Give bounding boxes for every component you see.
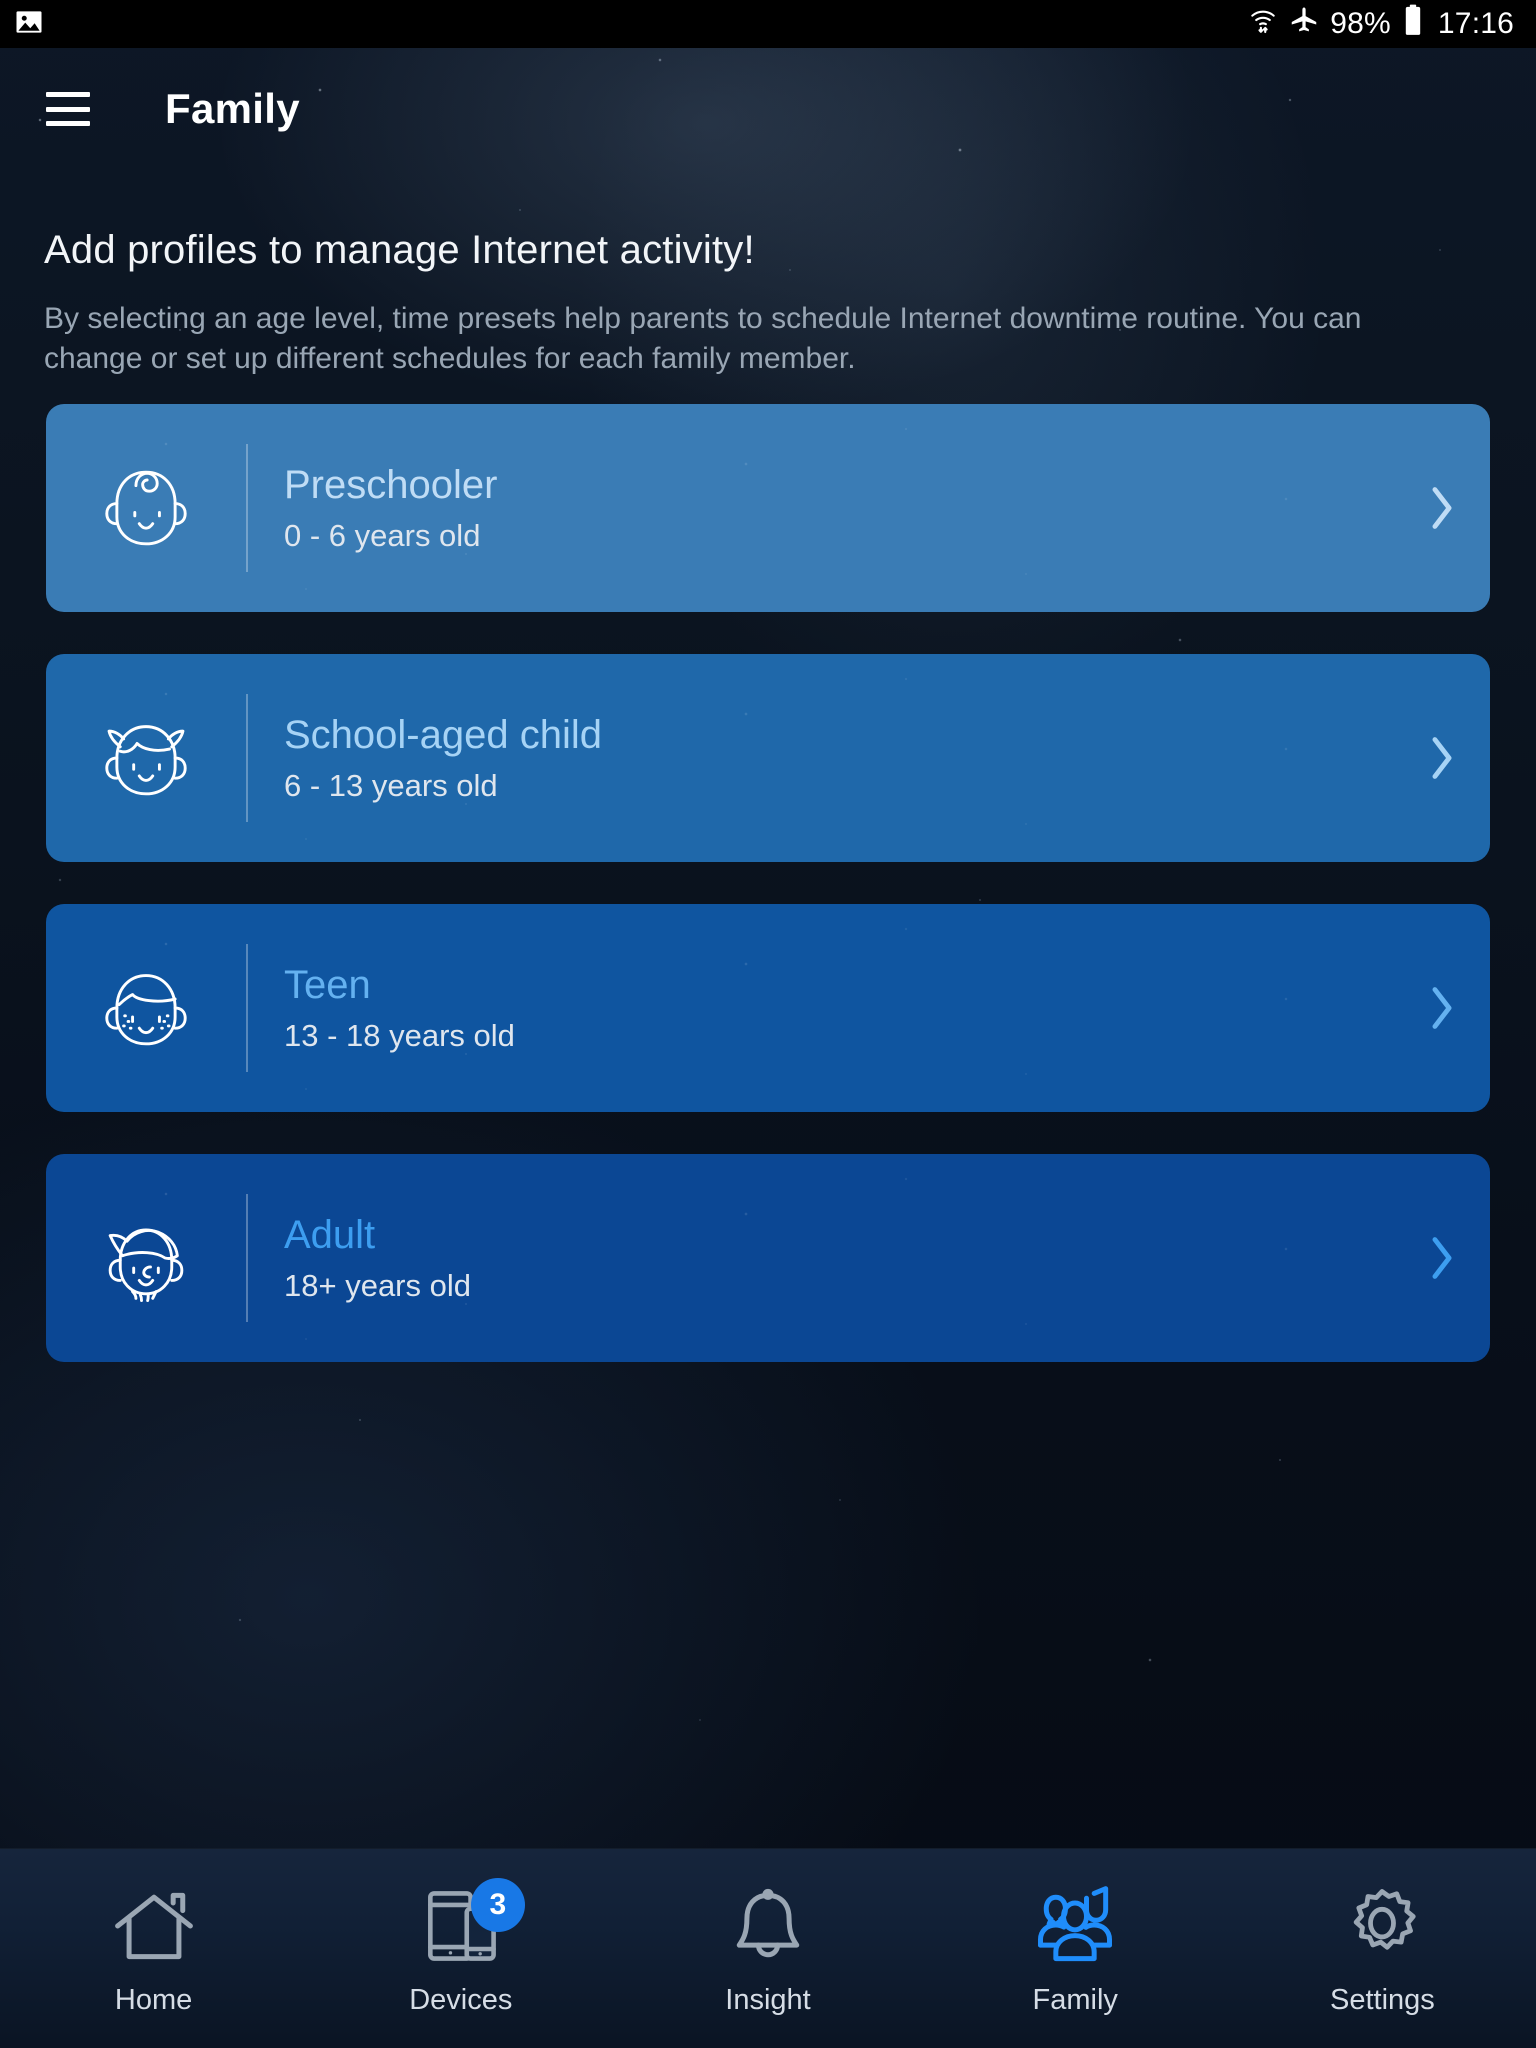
nav-label-family: Family [1032,1984,1118,2016]
bell-icon [722,1874,814,1978]
profile-text-school-aged-child: School-aged child 6 - 13 years old [248,712,1394,805]
intro-heading: Add profiles to manage Internet activity… [44,228,755,272]
nav-tab-family[interactable]: Family [922,1849,1229,2048]
baby-face-icon [46,452,246,564]
app-bar: Family [0,48,1536,170]
profile-name: Adult [284,1212,376,1257]
girl-face-icon [46,702,246,814]
status-bar-left [14,7,44,42]
adult-face-icon [46,1202,246,1314]
nav-tab-home[interactable]: Home [0,1849,307,2048]
devices-badge: 3 [470,1878,525,1932]
nav-label-home: Home [114,1984,193,2016]
profile-age-range: 18+ years old [284,1267,471,1303]
nav-label-settings: Settings [1330,1984,1435,2016]
home-icon [108,1874,200,1978]
intro-description: By selecting an age level, time presets … [44,302,1362,375]
profile-age-range: 0 - 6 years old [284,517,481,553]
people-group-icon [1029,1874,1121,1978]
battery-full-icon [1402,4,1424,44]
teen-face-icon [46,952,246,1064]
profile-name: Teen [284,962,371,1007]
nav-label-devices: Devices [409,1984,513,2016]
status-bar: 98% 17:16 [0,0,1536,48]
profile-text-adult: Adult 18+ years old [248,1212,1394,1305]
devices-icon: 3 [415,1874,525,1978]
chevron-right-icon[interactable] [1394,479,1490,537]
profile-name: School-aged child [284,712,602,757]
chevron-right-icon[interactable] [1394,979,1490,1037]
wifi-icon [1248,5,1278,43]
nav-tab-devices[interactable]: 3 Devices [307,1849,614,2048]
gear-icon [1336,1874,1428,1978]
image-icon [14,7,44,42]
profile-card-list: Preschooler 0 - 6 years old School-aged … [46,404,1490,1404]
nav-tab-insight[interactable]: Insight [614,1849,921,2048]
battery-percent-label: 98% [1330,7,1391,40]
airplane-mode-icon [1289,5,1319,43]
profile-card-teen[interactable]: Teen 13 - 18 years old [46,904,1490,1112]
profile-name: Preschooler [284,462,498,507]
chevron-right-icon[interactable] [1394,729,1490,787]
profile-card-preschooler[interactable]: Preschooler 0 - 6 years old [46,404,1490,612]
bottom-navigation-bar: Home 3 Devices Insight Family Settings [0,1848,1536,2048]
nav-label-insight: Insight [725,1984,811,2016]
nav-tab-settings[interactable]: Settings [1229,1849,1536,2048]
page-title: Family [165,85,300,132]
profile-card-school-aged-child[interactable]: School-aged child 6 - 13 years old [46,654,1490,862]
profile-text-teen: Teen 13 - 18 years old [248,962,1394,1055]
profile-age-range: 6 - 13 years old [284,767,498,803]
clock-label: 17:16 [1437,7,1514,40]
hamburger-menu-icon[interactable] [46,92,90,126]
app-root: 98% 17:16 Family Add profiles to manage … [0,0,1536,2048]
chevron-right-icon[interactable] [1394,1229,1490,1287]
profile-card-adult[interactable]: Adult 18+ years old [46,1154,1490,1362]
profile-age-range: 13 - 18 years old [284,1017,515,1053]
status-bar-right: 98% 17:16 [1248,4,1514,44]
profile-text-preschooler: Preschooler 0 - 6 years old [248,462,1394,555]
intro-block: Add profiles to manage Internet activity… [44,228,1494,379]
